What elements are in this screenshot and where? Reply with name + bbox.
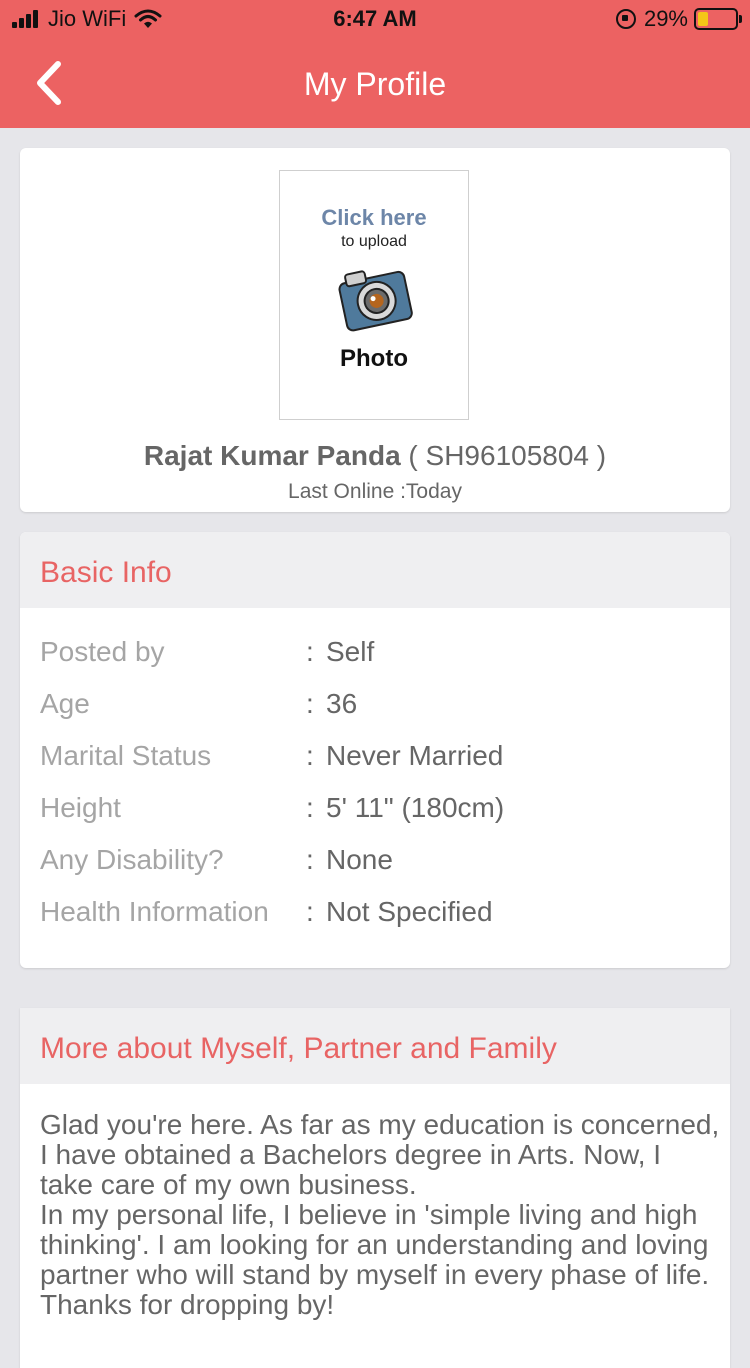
about-card: More about Myself, Partner and Family Gl…: [20, 1008, 730, 1368]
info-colon: :: [306, 792, 314, 823]
upload-photo-button[interactable]: Click here to upload Photo: [279, 170, 469, 420]
status-bar: Jio WiFi 6:47 AM 29%: [0, 0, 750, 40]
info-value: 5' 11" (180cm): [326, 792, 505, 823]
info-row-age: Age : 36: [40, 688, 710, 728]
info-value: None: [326, 844, 393, 875]
info-label: Height: [40, 792, 121, 823]
page-title: My Profile: [303, 66, 447, 102]
info-colon: :: [306, 688, 314, 719]
info-row-disability: Any Disability? : None: [40, 844, 710, 884]
nav-bar: My Profile: [0, 44, 750, 128]
info-label: Age: [40, 688, 90, 719]
info-colon: :: [306, 844, 314, 875]
info-colon: :: [306, 740, 314, 771]
about-text: Glad you're here. As far as my education…: [40, 1109, 720, 1320]
basic-info-card: Basic Info Posted by : Self Age : 36 Mar…: [20, 532, 730, 968]
orientation-lock-icon: [615, 9, 636, 29]
battery-percent: 29%: [643, 6, 688, 31]
info-colon: :: [306, 636, 314, 667]
info-row-posted-by: Posted by : Self: [40, 636, 710, 676]
info-label: Posted by: [40, 636, 165, 667]
info-colon: :: [306, 896, 314, 927]
about-title: More about Myself, Partner and Family: [40, 1032, 557, 1065]
camera-icon: [338, 270, 413, 332]
last-online: Last Online :Today: [288, 480, 462, 503]
info-value: Never Married: [326, 740, 504, 771]
profile-id: ( SH96105804 ): [408, 440, 607, 471]
info-row-height: Height : 5' 11" (180cm): [40, 792, 710, 832]
info-row-marital-status: Marital Status : Never Married: [40, 740, 710, 780]
profile-name-line: Rajat Kumar Panda ( SH96105804 ): [20, 440, 730, 472]
info-row-health-information: Health Information : Not Specified: [40, 896, 710, 936]
upload-photo-label: Photo: [340, 345, 408, 372]
battery-tip: [739, 15, 742, 23]
upload-sub-text: to upload: [341, 233, 407, 250]
info-value: Not Specified: [326, 896, 493, 927]
upload-click-text: Click here: [321, 205, 427, 230]
basic-info-title: Basic Info: [40, 556, 172, 589]
info-label: Any Disability?: [40, 844, 224, 875]
info-value: Self: [326, 636, 375, 667]
info-value: 36: [326, 688, 358, 719]
status-right: 29%: [615, 6, 742, 32]
info-label: Marital Status: [40, 740, 212, 771]
profile-name: Rajat Kumar Panda: [143, 440, 401, 471]
battery-level: [698, 12, 708, 26]
battery-icon: [694, 8, 742, 30]
app-header: Jio WiFi 6:47 AM 29% My Profile: [0, 0, 750, 128]
profile-card: Click here to upload Photo Rajat Kumar P…: [20, 148, 730, 512]
info-label: Health Information: [40, 896, 269, 927]
